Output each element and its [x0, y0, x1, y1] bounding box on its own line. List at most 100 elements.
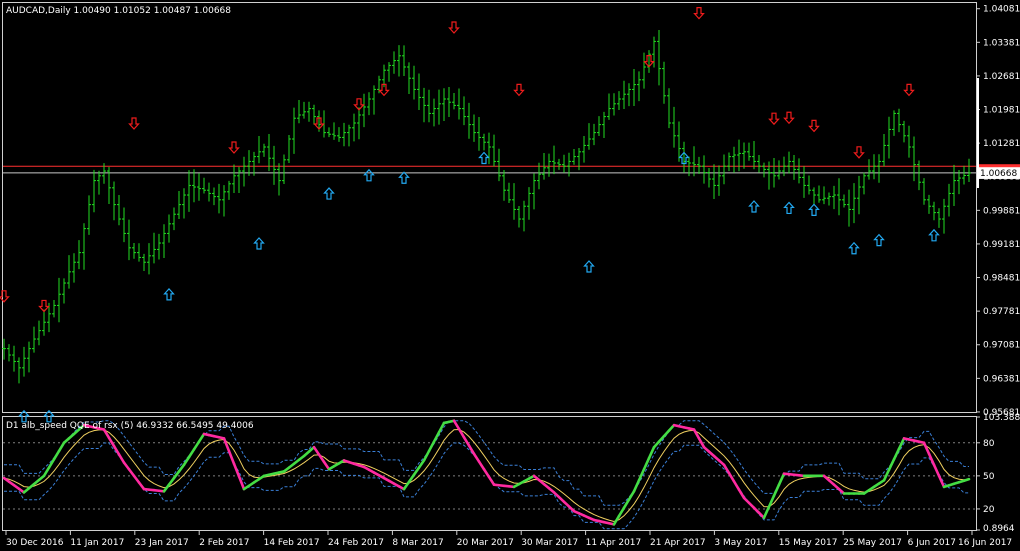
qqe-upper-band [4, 420, 969, 506]
qqe-rsx-segment [932, 463, 941, 478]
price-tick-label: 1.04081 [983, 5, 1020, 15]
qqe-rsx-segment [117, 453, 126, 464]
qqe-lower-band [4, 442, 969, 530]
qqe-rsx-segment [462, 435, 471, 447]
indicator-tick-label: 20 [983, 505, 995, 515]
qqe-rsx-segment [322, 460, 331, 471]
up-arrow-signal [928, 228, 940, 242]
qqe-rsx-segment [487, 475, 496, 486]
up-arrow-signal [848, 241, 860, 255]
up-arrow-signal [323, 187, 335, 200]
qqe-rsx-segment [937, 474, 946, 489]
indicator-tick-label: 80 [983, 439, 995, 449]
main-chart-frame [2, 2, 977, 413]
qqe-rsx-segment [42, 466, 51, 478]
qqe-rsx-segment [622, 498, 631, 510]
down-arrow-signal [693, 7, 705, 20]
qqe-rsx-segment [237, 475, 246, 491]
date-tick-label: 25 May 2017 [843, 538, 902, 548]
down-arrow-signal [0, 290, 10, 303]
qqe-rsx-segment [57, 441, 66, 453]
date-tick-label: 2 Feb 2017 [199, 538, 249, 548]
up-arrow-signal [398, 171, 410, 184]
date-tick-label: 8 Mar 2017 [392, 538, 443, 548]
qqe-rsx-segment [112, 444, 121, 456]
date-tick-label: 24 Feb 2017 [328, 538, 384, 548]
price-scale-highlight [977, 78, 979, 188]
down-arrow-signal [128, 117, 140, 130]
qqe-rsx-segment [412, 466, 421, 477]
current-price-label: 1.00668 [980, 169, 1017, 179]
up-arrow-signal [783, 201, 795, 215]
date-tick-label: 15 May 2017 [779, 538, 838, 548]
qqe-rsx-segment [452, 419, 461, 431]
qqe-rsx-segment [737, 488, 746, 500]
qqe-rsx-segment [627, 489, 636, 501]
qqe-rsx-segment [762, 505, 771, 520]
down-arrow-signal [768, 112, 780, 126]
qqe-rsx-segment [962, 477, 971, 483]
qqe-rsx-segment [417, 459, 426, 469]
down-arrow-signal [448, 21, 460, 34]
price-tick-label: 0.97081 [983, 341, 1020, 351]
down-arrow-signal [228, 141, 240, 154]
down-arrow-signal [853, 146, 865, 159]
qqe-rsx-segment [777, 472, 786, 486]
qqe-rsx-segment [727, 471, 736, 483]
down-arrow-signal [513, 83, 525, 97]
indicator-tick-label: 103.3882 [983, 413, 1020, 423]
price-tick-label: 0.99181 [983, 240, 1020, 250]
price-tick-label: 0.99881 [983, 206, 1020, 216]
qqe-rsx-segment [52, 449, 61, 461]
date-tick-label: 23 Jan 2017 [135, 538, 189, 548]
qqe-rsx-segment [882, 468, 891, 482]
date-tick-label: 14 Feb 2017 [264, 538, 320, 548]
qqe-rsx-segment [197, 432, 206, 443]
indicator-frame [2, 416, 977, 531]
indicator-title: D1 alb_speed QQE of rsx (5) 46.9332 66.5… [6, 421, 254, 431]
qqe-rsx-segment [222, 437, 231, 453]
qqe-rsx-segment [187, 448, 196, 459]
up-arrow-signal [478, 151, 490, 165]
qqe-rsx-segment [477, 460, 486, 471]
date-tick-label: 11 Apr 2017 [586, 538, 642, 548]
indicator-tick-label: 0.8964 [983, 524, 1015, 534]
price-tick-label: 1.01281 [983, 139, 1020, 149]
qqe-rsx-segment [422, 449, 431, 462]
down-arrow-signal [903, 83, 915, 97]
price-tick-label: 1.01981 [983, 106, 1020, 116]
qqe-rsx-segment [642, 456, 651, 471]
date-tick-label: 11 Jan 2017 [70, 538, 124, 548]
main-chart-title: AUDCAD,Daily 1.00490 1.01052 1.00487 1.0… [6, 6, 231, 16]
date-tick-label: 20 Mar 2017 [457, 538, 514, 548]
price-tick-label: 0.96381 [983, 374, 1020, 384]
up-arrow-signal [873, 233, 885, 247]
qqe-rsx-segment [312, 445, 321, 456]
price-tick-label: 1.02681 [983, 72, 1020, 82]
up-arrow-signal [583, 260, 595, 273]
date-tick-label: 21 Apr 2017 [650, 538, 706, 548]
date-tick-label: 3 May 2017 [714, 538, 767, 548]
up-arrow-signal [253, 237, 265, 250]
price-tick-label: 1.03381 [983, 38, 1020, 48]
price-tick-label: 0.97781 [983, 307, 1020, 317]
qqe-rsx-segment [632, 478, 641, 493]
indicator-tick-label: 50 [983, 472, 995, 482]
date-tick-label: 6 Jun 2017 [908, 538, 956, 548]
date-tick-label: 16 Jun 2017 [958, 538, 1012, 548]
down-arrow-signal [808, 119, 820, 133]
red-line-tag [977, 164, 1020, 168]
qqe-rsx-segment [227, 449, 236, 466]
qqe-rsx-segment [887, 458, 896, 472]
up-arrow-signal [363, 168, 375, 182]
up-arrow-signal [163, 287, 175, 301]
price-tick-label: 0.98481 [983, 274, 1020, 284]
qqe-rsx-segment [692, 428, 701, 440]
qqe-rsx-segment [732, 480, 741, 491]
up-arrow-signal [808, 203, 820, 216]
date-tick-label: 30 Dec 2016 [6, 538, 64, 548]
qqe-rsx-segment [772, 483, 781, 498]
chart-root: 1.040811.033811.026811.019811.012811.005… [0, 2, 1020, 548]
down-arrow-signal [783, 111, 795, 125]
qqe-rsx-segment [922, 441, 931, 456]
